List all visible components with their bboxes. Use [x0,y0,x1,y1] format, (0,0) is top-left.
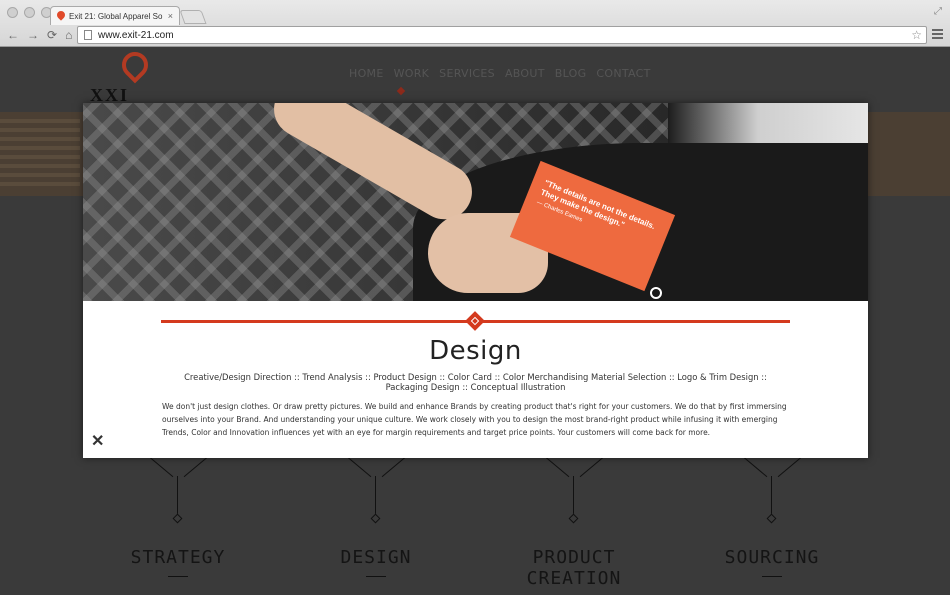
service-label: STRATEGY [130,547,226,568]
nav-contact[interactable]: CONTACT [596,67,650,80]
nav-buttons: ← → ⟳ ⌂ [7,29,72,41]
nav-home[interactable]: HOME [349,67,384,80]
tab-close-icon[interactable]: × [168,11,173,21]
close-window-button[interactable] [7,7,18,18]
modal-subtitle: Creative/Design Direction :: Trend Analy… [184,372,767,392]
close-icon[interactable]: ✕ [91,434,104,450]
browser-chrome: Exit 21: Global Apparel So × ⤢ ← → ⟳ ⌂ w… [0,0,950,47]
browser-menu-icon[interactable] [932,29,943,41]
address-bar[interactable]: www.exit-21.com ☆ [77,26,927,44]
home-icon[interactable]: ⌂ [65,29,72,41]
active-nav-marker [396,86,406,96]
service-design[interactable]: DESIGN [301,457,451,577]
forward-icon[interactable]: → [27,29,39,41]
url-text[interactable]: www.exit-21.com [98,30,911,41]
back-icon[interactable]: ← [7,29,19,41]
service-connector [103,457,253,524]
page-icon [84,30,92,40]
new-tab-button[interactable] [179,10,207,24]
window-controls [7,7,52,18]
modal-hero-image: "The details are not the details. They m… [83,103,868,301]
fullscreen-icon[interactable]: ⤢ [934,6,942,17]
logo-pin-icon [116,47,154,84]
modal-body: We don't just design clothes. Or draw pr… [162,402,787,437]
modal-title: Design [429,336,522,366]
divider-diamond-icon [465,311,485,331]
service-connector [301,457,451,524]
service-connector [499,457,649,524]
design-modal: "The details are not the details. They m… [83,103,868,458]
service-label: DESIGN [340,547,412,568]
service-underline [366,576,386,577]
nav-services[interactable]: SERVICES [439,67,495,80]
service-label: SOURCING [724,547,820,568]
nav-about[interactable]: ABOUT [505,67,545,80]
service-connector [697,457,847,524]
banner-decoration [0,119,80,189]
nav-work[interactable]: WORK [394,67,430,80]
minimize-window-button[interactable] [24,7,35,18]
service-sourcing[interactable]: SOURCING [697,457,847,577]
reload-icon[interactable]: ⟳ [47,29,57,41]
service-product-creation[interactable]: PRODUCT CREATION [499,457,649,595]
bookmark-star-icon[interactable]: ☆ [911,28,922,42]
service-underline [762,576,782,577]
nav-blog[interactable]: BLOG [555,67,587,80]
browser-tab[interactable]: Exit 21: Global Apparel So × [50,6,180,25]
tab-title: Exit 21: Global Apparel So [69,11,163,21]
site-nav: HOME WORK SERVICES ABOUT BLOG CONTACT [349,67,651,80]
service-label: PRODUCT CREATION [526,547,622,589]
service-underline [168,576,188,577]
favicon-icon [57,11,65,21]
service-strategy[interactable]: STRATEGY [103,457,253,577]
card-pin-icon [650,287,662,299]
